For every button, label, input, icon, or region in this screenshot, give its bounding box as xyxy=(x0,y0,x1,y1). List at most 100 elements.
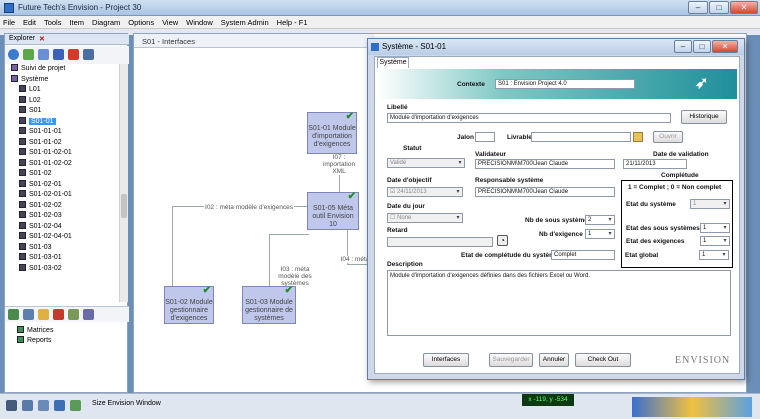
dialog-title-bar: Système - S01-01 – □ ✕ xyxy=(368,39,744,55)
layout-icon[interactable] xyxy=(6,400,17,411)
tree-node[interactable]: S01-03-01 xyxy=(19,253,62,263)
tree-node-reports[interactable]: Reports xyxy=(17,336,52,346)
date-validation-field: 21/11/2013 xyxy=(623,159,687,169)
navigation-icons[interactable] xyxy=(632,397,752,417)
fit-icon[interactable] xyxy=(38,400,49,411)
folder-icon[interactable] xyxy=(38,309,49,320)
system-box[interactable]: ✔ S01-05 Méta outil Envision 10 xyxy=(307,192,359,230)
system-box[interactable]: ✔ S01-03 Module gestionnaire de systèmes xyxy=(242,286,296,324)
tree-node[interactable]: S01-01-02-01 xyxy=(19,148,72,158)
layers-icon[interactable] xyxy=(70,400,81,411)
tree-node[interactable]: S01-02-03 xyxy=(19,211,62,221)
nb-sous-select[interactable]: 2 ▾ xyxy=(585,215,615,225)
explorer-tab[interactable]: Explorer ✕ xyxy=(5,34,129,45)
tree-node[interactable]: S01-01-02 xyxy=(19,137,62,148)
clock-icon[interactable]: ◔ xyxy=(497,235,508,246)
menu-view[interactable]: View xyxy=(159,16,181,27)
menu-tools[interactable]: Tools xyxy=(41,16,65,27)
delete-icon[interactable] xyxy=(53,309,64,320)
tree-node[interactable]: Système xyxy=(11,74,49,85)
tree-node[interactable]: S01-03-02 xyxy=(19,263,62,274)
interfaces-button[interactable]: Interfaces xyxy=(423,353,469,367)
tree-node[interactable]: S01-03 xyxy=(19,242,52,253)
annuler-button[interactable]: Annuler xyxy=(539,353,569,367)
tree-node[interactable]: S01-01-02-02 xyxy=(19,158,72,169)
connector-label: I07 : importation XML xyxy=(322,154,356,175)
nb-exigence-select[interactable]: 1 ▾ xyxy=(585,229,615,239)
menu-diagram[interactable]: Diagram xyxy=(89,16,123,27)
tree-node[interactable]: S01-02-01-01 xyxy=(19,190,72,200)
tree-node[interactable]: S01-02-02 xyxy=(19,200,62,211)
add-icon[interactable] xyxy=(8,309,19,320)
filter-icon[interactable] xyxy=(38,49,49,60)
tree-node[interactable]: S01-01 xyxy=(19,116,56,127)
check-out-button[interactable]: Check Out xyxy=(575,353,631,367)
jalon-input[interactable] xyxy=(475,132,495,142)
tree-node[interactable]: L01 xyxy=(19,85,41,95)
system-box[interactable]: ✔ S01-02 Module gestionnaire d'exigences xyxy=(164,286,214,324)
sauvegarder-button[interactable]: Sauvegarder xyxy=(489,353,533,367)
zoom-icon[interactable] xyxy=(22,400,33,411)
etat-global-select[interactable]: 1 ▾ xyxy=(699,250,729,260)
description-textarea[interactable]: Module d'importation d'exigences définie… xyxy=(387,270,731,336)
tree-scrollbar[interactable] xyxy=(119,64,128,302)
livrable-input[interactable] xyxy=(531,132,631,142)
dialog-title: Système - S01-01 xyxy=(382,42,447,51)
diagram-tab[interactable]: S01 - Interfaces xyxy=(134,34,374,48)
tab-systeme[interactable]: Système xyxy=(377,57,409,68)
menu-help[interactable]: Help - F1 xyxy=(274,16,311,27)
folder-icon[interactable] xyxy=(633,132,643,142)
tree-node-label: Système xyxy=(21,75,49,83)
tree-node[interactable]: Suivi de projet xyxy=(11,64,65,74)
pointer-icon[interactable] xyxy=(54,400,65,411)
date-jour-field[interactable]: ☐ None ▾ xyxy=(387,213,463,223)
tree-node[interactable]: S01-02-01 xyxy=(19,179,62,190)
system-box[interactable]: ✔ S01-01 Module d'importation d'exigences xyxy=(307,112,357,154)
tree-node-matrices[interactable]: Matrices xyxy=(17,326,53,336)
properties-icon[interactable] xyxy=(83,309,94,320)
close-tab-icon[interactable]: ✕ xyxy=(39,35,45,43)
tree-node[interactable]: S01 xyxy=(19,106,41,116)
historique-button[interactable]: Historique xyxy=(681,110,727,124)
tree-node[interactable]: S01-02-04-01 xyxy=(19,232,72,242)
dialog-maximize-button[interactable]: □ xyxy=(693,40,711,53)
link-icon[interactable] xyxy=(68,309,79,320)
tree-node-label: L01 xyxy=(29,86,41,93)
etat-sous-select[interactable]: 1 ▾ xyxy=(700,223,730,233)
libelle-label: Libellé xyxy=(387,104,408,111)
tree-node[interactable]: S01-01-01 xyxy=(19,127,62,137)
menu-item[interactable]: Item xyxy=(66,16,87,27)
etat-systeme-select[interactable]: 1 ▾ xyxy=(690,199,730,209)
system-icon xyxy=(19,127,26,134)
tree-node[interactable]: L02 xyxy=(19,95,41,106)
close-button[interactable]: ✕ xyxy=(730,1,758,14)
status-text: Size Envision Window xyxy=(92,400,161,407)
tree-node-label: S01-02 xyxy=(29,170,52,177)
search-icon[interactable] xyxy=(83,49,94,60)
menu-options[interactable]: Options xyxy=(125,16,157,27)
check-icon[interactable] xyxy=(23,49,34,60)
grid-icon[interactable] xyxy=(53,49,64,60)
maximize-button[interactable]: □ xyxy=(709,1,729,14)
minimize-button[interactable]: – xyxy=(688,1,708,14)
chevron-down-icon: ▾ xyxy=(456,215,460,221)
date-objectif-field[interactable]: ☑ 24/11/2013 ▾ xyxy=(387,187,463,197)
date-jour-label: Date du jour xyxy=(387,203,425,210)
dialog-minimize-button[interactable]: – xyxy=(674,40,692,53)
responsable-field: PRECISIONM\M700\Jean Claude xyxy=(475,187,615,197)
tree-node[interactable]: S01-02 xyxy=(19,169,52,179)
menu-edit[interactable]: Edit xyxy=(20,16,39,27)
tree-node[interactable]: S01-02-04 xyxy=(19,221,62,232)
etat-exigences-select[interactable]: 1 ▾ xyxy=(700,236,730,246)
delete-icon[interactable] xyxy=(68,49,79,60)
libelle-input[interactable]: Module d'importation d'exigences xyxy=(387,113,671,123)
ouvrir-button[interactable]: Ouvrir xyxy=(653,131,683,143)
menu-file[interactable]: File xyxy=(0,16,18,27)
dialog-close-button[interactable]: ✕ xyxy=(712,40,738,53)
refresh-icon[interactable] xyxy=(8,49,19,60)
statut-select[interactable]: Validé ▾ xyxy=(387,158,465,168)
copy-icon[interactable] xyxy=(23,309,34,320)
scroll-thumb[interactable] xyxy=(121,194,127,218)
menu-system-admin[interactable]: System Admin xyxy=(218,16,272,27)
menu-window[interactable]: Window xyxy=(183,16,216,27)
